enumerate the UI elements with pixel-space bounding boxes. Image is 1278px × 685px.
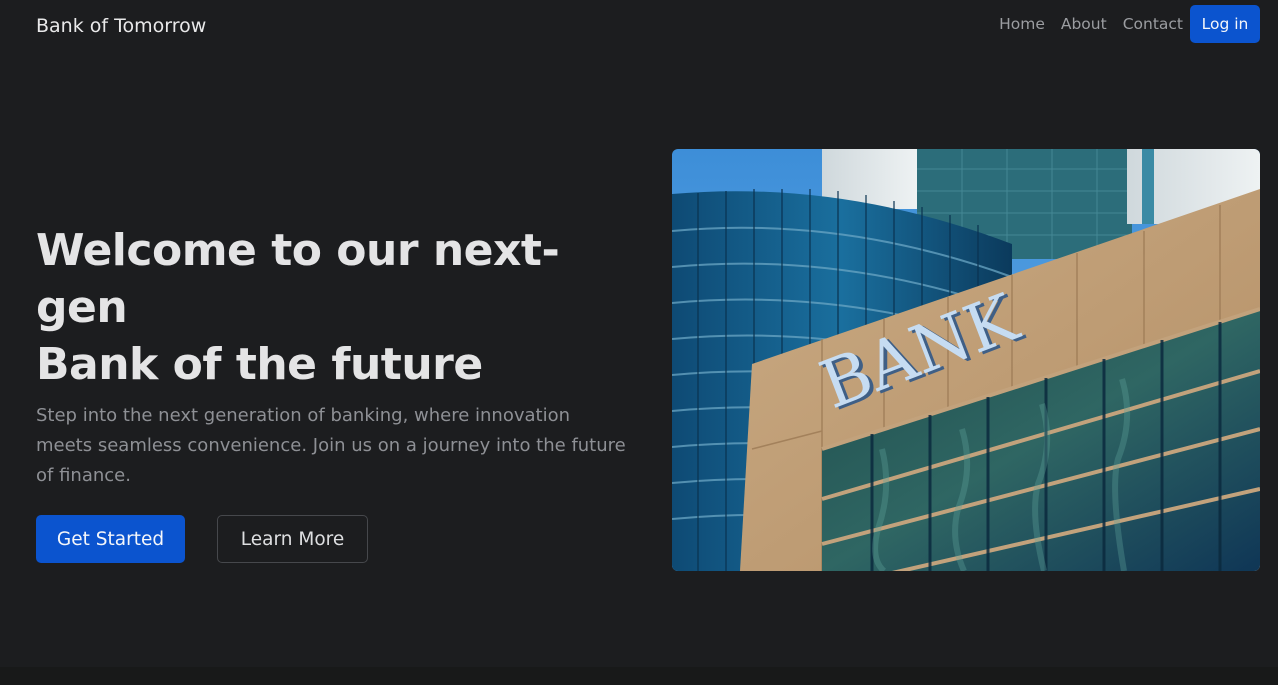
hero-section: Welcome to our next-gen Bank of the futu… — [36, 222, 646, 563]
nav-link-about[interactable]: About — [1061, 15, 1107, 33]
login-button[interactable]: Log in — [1190, 5, 1260, 43]
nav-link-home[interactable]: Home — [999, 15, 1045, 33]
get-started-button[interactable]: Get Started — [36, 515, 185, 563]
top-navbar: Bank of Tomorrow Home About Contact Log … — [0, 0, 1278, 54]
brand-link[interactable]: Bank of Tomorrow — [36, 15, 206, 37]
cta-row: Get Started Learn More — [36, 515, 646, 563]
nav-link-contact[interactable]: Contact — [1123, 15, 1183, 33]
learn-more-button[interactable]: Learn More — [217, 515, 368, 563]
footer-band — [0, 667, 1278, 685]
bank-building-image: BANK BANK — [672, 149, 1260, 571]
nav-links: Home About Contact Log in — [999, 5, 1260, 43]
hero-title: Welcome to our next-gen Bank of the futu… — [36, 222, 646, 393]
hero-title-line-2: Bank of the future — [36, 339, 483, 390]
hero-description: Step into the next generation of banking… — [36, 405, 626, 486]
hero-title-line-1: Welcome to our next-gen — [36, 225, 560, 333]
